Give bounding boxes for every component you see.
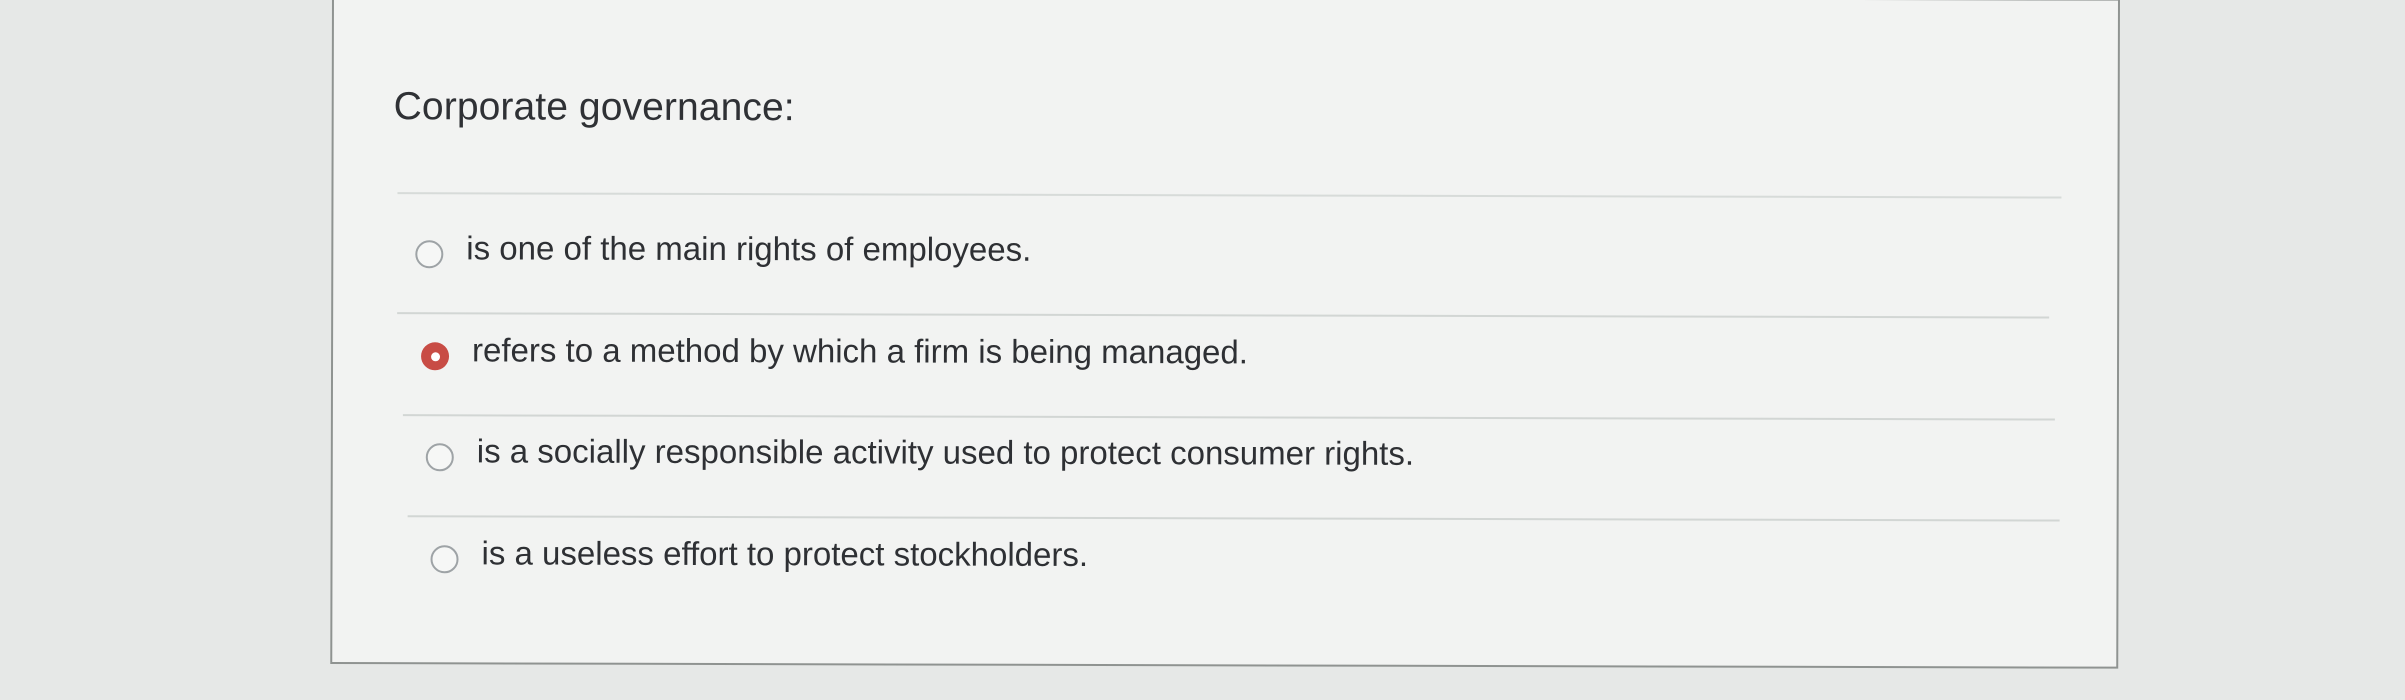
radio-unselected-icon[interactable] — [425, 443, 454, 472]
radio-selected-icon[interactable] — [421, 342, 450, 371]
answer-choice-4-label[interactable]: is a useless effort to protect stockhold… — [481, 534, 1088, 574]
question-title: Corporate governance: — [393, 85, 795, 130]
radio-unselected-icon[interactable] — [415, 240, 444, 269]
choice-divider — [402, 414, 2055, 421]
answer-choice-3[interactable]: is a socially responsible activity used … — [407, 432, 2078, 539]
choice-divider — [397, 312, 2050, 319]
answer-choice-3-label[interactable]: is a socially responsible activity used … — [477, 432, 1414, 472]
answer-choice-4[interactable]: is a useless effort to protect stockhold… — [430, 534, 2082, 641]
answer-choice-1[interactable]: is one of the main rights of employees. — [397, 229, 2067, 336]
question-card: Corporate governance: is one of the main… — [330, 0, 2120, 669]
title-divider — [397, 192, 2062, 199]
answer-choice-2[interactable]: refers to a method by which a firm is be… — [402, 331, 2073, 438]
answer-choice-1-label[interactable]: is one of the main rights of employees. — [466, 229, 1031, 268]
radio-unselected-icon[interactable] — [430, 545, 459, 574]
choice-divider — [407, 515, 2060, 522]
answer-choice-2-label[interactable]: refers to a method by which a firm is be… — [472, 331, 1248, 371]
